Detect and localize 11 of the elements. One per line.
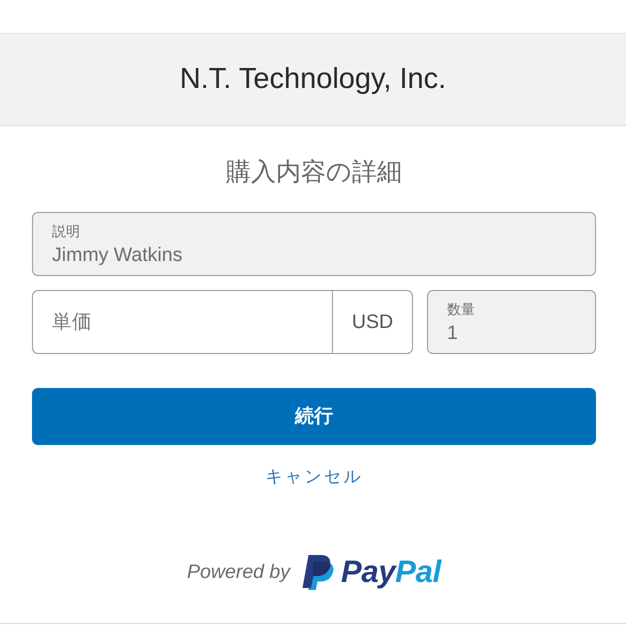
price-field[interactable]: 単価 [32, 290, 332, 354]
continue-button[interactable]: 続行 [32, 388, 596, 445]
p-logo-icon [301, 555, 334, 590]
logo-wordmark: PayPal [341, 555, 441, 590]
field-label: 数量 [447, 301, 475, 318]
section-heading: 購入内容の詳細 [226, 157, 402, 187]
field-label: 説明 [52, 223, 80, 240]
cancel-link[interactable]: キャンセル [265, 465, 363, 489]
powered-by-text: Powered by [187, 560, 290, 584]
merchant-name: N.T. Technology, Inc. [180, 62, 446, 97]
currency-addon: USD [332, 290, 413, 354]
